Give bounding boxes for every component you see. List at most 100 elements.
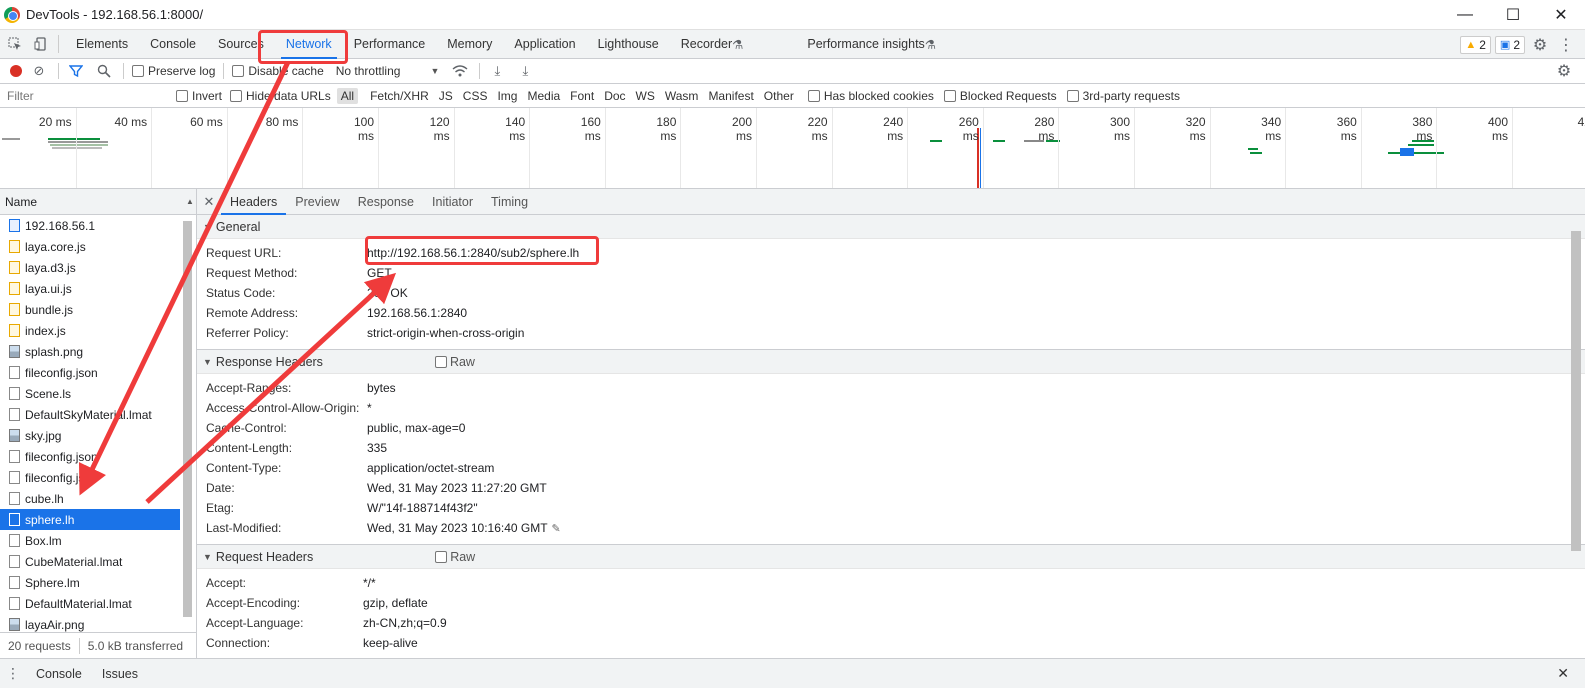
checkbox-box[interactable] bbox=[434, 355, 447, 368]
settings-gear-icon[interactable]: ⚙ bbox=[1529, 34, 1551, 56]
request-list-scrollbar[interactable] bbox=[183, 221, 192, 617]
checkbox-box[interactable] bbox=[435, 550, 448, 563]
blocked-requests-checkbox[interactable]: Blocked Requests bbox=[943, 89, 1057, 103]
minimize-icon[interactable]: — bbox=[1441, 0, 1489, 30]
details-tab-timing[interactable]: Timing bbox=[482, 189, 537, 215]
filter-type-other[interactable]: Other bbox=[760, 88, 798, 104]
checkbox-box[interactable] bbox=[230, 89, 243, 102]
filter-type-wasm[interactable]: Wasm bbox=[661, 88, 703, 104]
invert-checkbox[interactable]: Invert bbox=[176, 89, 222, 103]
header-value[interactable]: */* bbox=[363, 576, 376, 590]
drawer-menu-icon[interactable]: ⋮ bbox=[0, 665, 26, 682]
filter-funnel-icon[interactable] bbox=[65, 60, 87, 82]
drawer-tab-console[interactable]: Console bbox=[26, 667, 92, 681]
network-overview-timeline[interactable]: 20 ms 40 ms 60 ms 80 ms 100 ms 120 ms 140 ms 16… bbox=[0, 108, 1585, 189]
third-party-requests-checkbox[interactable]: 3rd-party requests bbox=[1066, 89, 1180, 103]
header-value[interactable]: * bbox=[367, 401, 372, 415]
import-har-icon[interactable]: ⤓ bbox=[486, 60, 508, 82]
request-raw-checkbox[interactable]: Raw bbox=[435, 550, 475, 564]
close-window-icon[interactable]: ✕ bbox=[1537, 0, 1585, 30]
tab-lighthouse[interactable]: Lighthouse bbox=[587, 30, 670, 59]
header-value[interactable]: gzip, deflate bbox=[363, 596, 428, 610]
tab-memory[interactable]: Memory bbox=[436, 30, 503, 59]
checkbox-box[interactable] bbox=[943, 89, 956, 102]
checkbox-box[interactable] bbox=[1066, 89, 1079, 102]
name-column-header[interactable]: Name ▲ bbox=[0, 189, 196, 215]
request-headers-section-header[interactable]: ▼ Request Headers Raw bbox=[197, 545, 1585, 569]
more-options-icon[interactable]: ⋮ bbox=[1555, 34, 1577, 56]
header-value[interactable]: strict-origin-when-cross-origin bbox=[367, 326, 524, 340]
warnings-badge[interactable]: ▲ 2 bbox=[1460, 35, 1491, 54]
close-details-icon[interactable]: ✕ bbox=[197, 194, 221, 210]
request-row[interactable]: fileconfig.json bbox=[0, 362, 180, 383]
header-value[interactable]: Wed, 31 May 2023 11:27:20 GMT bbox=[367, 481, 547, 495]
response-headers-section-header[interactable]: ▼ Response Headers Raw bbox=[197, 350, 1585, 374]
header-value[interactable]: Wed, 31 May 2023 10:16:40 GMT bbox=[367, 521, 548, 535]
checkbox-box[interactable] bbox=[176, 89, 188, 102]
inspect-element-icon[interactable] bbox=[4, 33, 26, 55]
checkbox-box[interactable] bbox=[132, 65, 144, 77]
tab-console[interactable]: Console bbox=[139, 30, 207, 59]
filter-type-manifest[interactable]: Manifest bbox=[704, 88, 757, 104]
filter-type-img[interactable]: Img bbox=[493, 88, 521, 104]
checkbox-box[interactable] bbox=[232, 65, 245, 77]
messages-badge[interactable]: ▣ 2 bbox=[1494, 35, 1525, 54]
network-settings-gear-icon[interactable]: ⚙ bbox=[1553, 60, 1575, 82]
record-icon[interactable] bbox=[10, 65, 22, 77]
filter-type-font[interactable]: Font bbox=[566, 88, 598, 104]
edit-pencil-icon[interactable]: ✎ bbox=[552, 522, 561, 535]
filter-type-media[interactable]: Media bbox=[523, 88, 564, 104]
filter-input[interactable] bbox=[2, 85, 162, 106]
request-row[interactable]: laya.ui.js bbox=[0, 278, 180, 299]
request-row[interactable]: 192.168.56.1 bbox=[0, 215, 180, 236]
details-tab-response[interactable]: Response bbox=[349, 189, 423, 215]
request-row[interactable]: CubeMaterial.lmat bbox=[0, 551, 180, 572]
tab-network[interactable]: Network bbox=[275, 30, 343, 59]
request-row[interactable]: laya.d3.js bbox=[0, 257, 180, 278]
header-value[interactable]: zh-CN,zh;q=0.9 bbox=[363, 616, 447, 630]
details-tab-preview[interactable]: Preview bbox=[286, 189, 348, 215]
request-row[interactable]: laya.core.js bbox=[0, 236, 180, 257]
checkbox-box[interactable] bbox=[807, 89, 820, 102]
request-row[interactable]: Box.lm bbox=[0, 530, 180, 551]
tab-application[interactable]: Application bbox=[503, 30, 586, 59]
device-toolbar-icon[interactable] bbox=[30, 33, 52, 55]
header-value[interactable]: 200 OK bbox=[367, 286, 408, 300]
header-value[interactable]: 192.168.56.1:2840 bbox=[367, 306, 467, 320]
request-row[interactable]: bundle.js bbox=[0, 299, 180, 320]
request-row[interactable]: index.js bbox=[0, 320, 180, 341]
disable-cache-checkbox[interactable]: Disable cache bbox=[232, 64, 324, 78]
request-row[interactable]: DefaultSkyMaterial.lmat bbox=[0, 404, 180, 425]
clear-icon[interactable]: ⊘ bbox=[28, 60, 50, 82]
filter-type-fetch-xhr[interactable]: Fetch/XHR bbox=[366, 88, 433, 104]
header-value[interactable]: 335 bbox=[367, 441, 387, 455]
tab-elements[interactable]: Elements bbox=[65, 30, 139, 59]
request-row[interactable]: sky.jpg bbox=[0, 425, 180, 446]
filter-type-all[interactable]: All bbox=[336, 87, 359, 104]
response-raw-checkbox[interactable]: Raw bbox=[434, 355, 475, 369]
header-value[interactable]: GET bbox=[367, 266, 392, 280]
close-drawer-icon[interactable]: ✕ bbox=[1557, 665, 1569, 682]
request-row[interactable]: Sphere.lm bbox=[0, 572, 180, 593]
search-icon[interactable] bbox=[93, 60, 115, 82]
request-row[interactable]: fileconfig.json bbox=[0, 446, 180, 467]
filter-type-css[interactable]: CSS bbox=[459, 88, 492, 104]
request-row[interactable]: splash.png bbox=[0, 341, 180, 362]
filter-type-doc[interactable]: Doc bbox=[600, 88, 629, 104]
request-row[interactable]: DefaultMaterial.lmat bbox=[0, 593, 180, 614]
export-har-icon[interactable]: ⤓ bbox=[514, 60, 536, 82]
tab-performance-insights[interactable]: Performance insights ⚗ bbox=[796, 30, 947, 59]
filter-type-ws[interactable]: WS bbox=[632, 88, 659, 104]
maximize-icon[interactable]: ☐ bbox=[1489, 0, 1537, 30]
details-scrollbar[interactable] bbox=[1571, 231, 1581, 551]
tab-performance[interactable]: Performance bbox=[343, 30, 437, 59]
general-section-header[interactable]: ▼ General bbox=[197, 215, 1585, 239]
details-tab-headers[interactable]: Headers bbox=[221, 189, 287, 215]
header-value[interactable]: public, max-age=0 bbox=[367, 421, 465, 435]
details-tab-initiator[interactable]: Initiator bbox=[423, 189, 482, 215]
network-conditions-wifi-icon[interactable] bbox=[449, 60, 471, 82]
preserve-log-checkbox[interactable]: Preserve log bbox=[132, 64, 215, 78]
has-blocked-cookies-checkbox[interactable]: Has blocked cookies bbox=[807, 89, 934, 103]
tab-sources[interactable]: Sources bbox=[207, 30, 275, 59]
header-value[interactable]: bytes bbox=[367, 381, 396, 395]
